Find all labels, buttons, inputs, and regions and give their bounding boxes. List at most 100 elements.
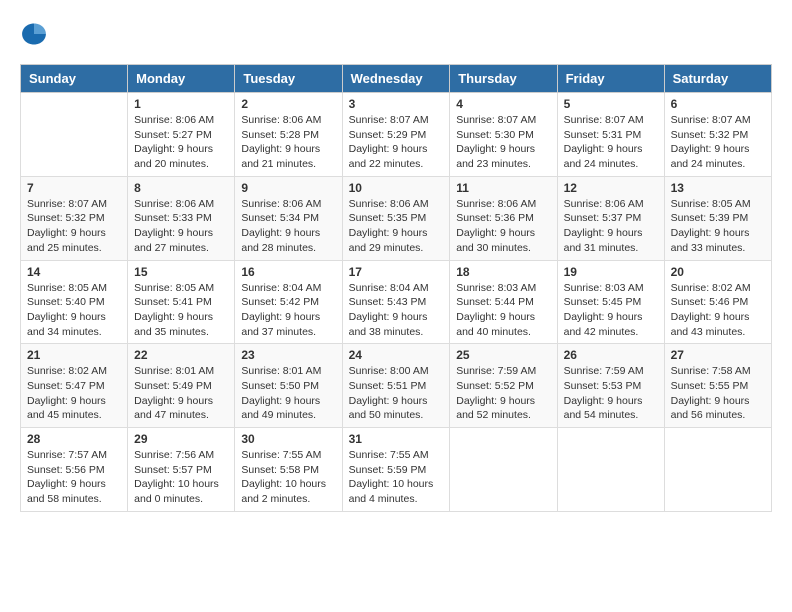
calendar-cell <box>450 428 557 512</box>
day-number: 4 <box>456 97 550 111</box>
day-number: 1 <box>134 97 228 111</box>
day-info: Sunrise: 7:58 AM Sunset: 5:55 PM Dayligh… <box>671 364 765 423</box>
day-info: Sunrise: 7:56 AM Sunset: 5:57 PM Dayligh… <box>134 448 228 507</box>
calendar-cell: 16 Sunrise: 8:04 AM Sunset: 5:42 PM Dayli… <box>235 260 342 344</box>
column-header-tuesday: Tuesday <box>235 65 342 93</box>
day-number: 23 <box>241 348 335 362</box>
column-header-friday: Friday <box>557 65 664 93</box>
calendar-week-row: 7Sunrise: 8:07 AM Sunset: 5:32 PM Daylig… <box>21 176 772 260</box>
day-number: 14 <box>27 265 121 279</box>
day-number: 18 <box>456 265 550 279</box>
day-number: 3 <box>349 97 444 111</box>
day-number: 24 <box>349 348 444 362</box>
calendar-cell: 4 Sunrise: 8:07 AM Sunset: 5:30 PM Daylig… <box>450 93 557 177</box>
day-number: 20 <box>671 265 765 279</box>
calendar-cell: 6Sunrise: 8:07 AM Sunset: 5:32 PM Daylig… <box>664 93 771 177</box>
day-info: Sunrise: 8:06 AM Sunset: 5:28 PM Dayligh… <box>241 113 335 172</box>
calendar-cell: 10 Sunrise: 8:06 AM Sunset: 5:35 PM Dayli… <box>342 176 450 260</box>
calendar-cell: 28Sunrise: 7:57 AM Sunset: 5:56 PM Dayli… <box>21 428 128 512</box>
calendar-cell: 25 Sunrise: 7:59 AM Sunset: 5:52 PM Dayli… <box>450 344 557 428</box>
day-info: Sunrise: 8:05 AM Sunset: 5:41 PM Dayligh… <box>134 281 228 340</box>
calendar-cell: 3 Sunrise: 8:07 AM Sunset: 5:29 PM Daylig… <box>342 93 450 177</box>
day-number: 9 <box>241 181 335 195</box>
day-info: Sunrise: 8:07 AM Sunset: 5:30 PM Dayligh… <box>456 113 550 172</box>
day-number: 12 <box>564 181 658 195</box>
day-info: Sunrise: 8:03 AM Sunset: 5:45 PM Dayligh… <box>564 281 658 340</box>
day-number: 31 <box>349 432 444 446</box>
calendar-week-row: 21 Sunrise: 8:02 AM Sunset: 5:47 PM Dayli… <box>21 344 772 428</box>
day-info: Sunrise: 8:06 AM Sunset: 5:36 PM Dayligh… <box>456 197 550 256</box>
day-number: 19 <box>564 265 658 279</box>
day-info: Sunrise: 8:06 AM Sunset: 5:27 PM Dayligh… <box>134 113 228 172</box>
day-number: 30 <box>241 432 335 446</box>
calendar-week-row: 28Sunrise: 7:57 AM Sunset: 5:56 PM Dayli… <box>21 428 772 512</box>
day-number: 21 <box>27 348 121 362</box>
calendar-cell: 11 Sunrise: 8:06 AM Sunset: 5:36 PM Dayli… <box>450 176 557 260</box>
day-number: 13 <box>671 181 765 195</box>
calendar-cell: 5 Sunrise: 8:07 AM Sunset: 5:31 PM Daylig… <box>557 93 664 177</box>
day-info: Sunrise: 8:07 AM Sunset: 5:29 PM Dayligh… <box>349 113 444 172</box>
calendar-cell: 9 Sunrise: 8:06 AM Sunset: 5:34 PM Daylig… <box>235 176 342 260</box>
day-info: Sunrise: 8:05 AM Sunset: 5:40 PM Dayligh… <box>27 281 121 340</box>
day-number: 6 <box>671 97 765 111</box>
day-number: 25 <box>456 348 550 362</box>
day-info: Sunrise: 8:03 AM Sunset: 5:44 PM Dayligh… <box>456 281 550 340</box>
calendar-cell: 26 Sunrise: 7:59 AM Sunset: 5:53 PM Dayli… <box>557 344 664 428</box>
day-number: 16 <box>241 265 335 279</box>
calendar-cell: 23Sunrise: 8:01 AM Sunset: 5:50 PM Dayli… <box>235 344 342 428</box>
day-number: 5 <box>564 97 658 111</box>
calendar-cell <box>557 428 664 512</box>
column-header-sunday: Sunday <box>21 65 128 93</box>
calendar-cell: 24Sunrise: 8:00 AM Sunset: 5:51 PM Dayli… <box>342 344 450 428</box>
day-info: Sunrise: 7:59 AM Sunset: 5:53 PM Dayligh… <box>564 364 658 423</box>
calendar-cell: 8Sunrise: 8:06 AM Sunset: 5:33 PM Daylig… <box>128 176 235 260</box>
calendar-cell: 1 Sunrise: 8:06 AM Sunset: 5:27 PM Daylig… <box>128 93 235 177</box>
day-info: Sunrise: 8:07 AM Sunset: 5:31 PM Dayligh… <box>564 113 658 172</box>
column-header-wednesday: Wednesday <box>342 65 450 93</box>
column-header-saturday: Saturday <box>664 65 771 93</box>
calendar-cell: 31 Sunrise: 7:55 AM Sunset: 5:59 PM Dayli… <box>342 428 450 512</box>
header <box>20 20 772 48</box>
day-info: Sunrise: 8:06 AM Sunset: 5:34 PM Dayligh… <box>241 197 335 256</box>
day-number: 29 <box>134 432 228 446</box>
day-number: 10 <box>349 181 444 195</box>
calendar-cell: 27 Sunrise: 7:58 AM Sunset: 5:55 PM Dayli… <box>664 344 771 428</box>
day-info: Sunrise: 8:02 AM Sunset: 5:47 PM Dayligh… <box>27 364 121 423</box>
day-info: Sunrise: 8:05 AM Sunset: 5:39 PM Dayligh… <box>671 197 765 256</box>
day-info: Sunrise: 8:06 AM Sunset: 5:35 PM Dayligh… <box>349 197 444 256</box>
day-info: Sunrise: 8:04 AM Sunset: 5:42 PM Dayligh… <box>241 281 335 340</box>
day-info: Sunrise: 7:57 AM Sunset: 5:56 PM Dayligh… <box>27 448 121 507</box>
day-number: 2 <box>241 97 335 111</box>
calendar-cell: 2 Sunrise: 8:06 AM Sunset: 5:28 PM Daylig… <box>235 93 342 177</box>
calendar-cell <box>21 93 128 177</box>
day-number: 17 <box>349 265 444 279</box>
calendar-cell: 14 Sunrise: 8:05 AM Sunset: 5:40 PM Dayli… <box>21 260 128 344</box>
column-header-monday: Monday <box>128 65 235 93</box>
day-number: 15 <box>134 265 228 279</box>
calendar-week-row: 1 Sunrise: 8:06 AM Sunset: 5:27 PM Daylig… <box>21 93 772 177</box>
calendar-cell: 29 Sunrise: 7:56 AM Sunset: 5:57 PM Dayli… <box>128 428 235 512</box>
logo-icon <box>20 20 48 48</box>
day-info: Sunrise: 7:55 AM Sunset: 5:59 PM Dayligh… <box>349 448 444 507</box>
day-number: 11 <box>456 181 550 195</box>
day-info: Sunrise: 7:59 AM Sunset: 5:52 PM Dayligh… <box>456 364 550 423</box>
day-number: 26 <box>564 348 658 362</box>
day-number: 27 <box>671 348 765 362</box>
day-info: Sunrise: 8:06 AM Sunset: 5:33 PM Dayligh… <box>134 197 228 256</box>
day-info: Sunrise: 8:01 AM Sunset: 5:49 PM Dayligh… <box>134 364 228 423</box>
day-info: Sunrise: 8:07 AM Sunset: 5:32 PM Dayligh… <box>27 197 121 256</box>
day-info: Sunrise: 8:02 AM Sunset: 5:46 PM Dayligh… <box>671 281 765 340</box>
calendar: SundayMondayTuesdayWednesdayThursdayFrid… <box>20 64 772 512</box>
calendar-week-row: 14 Sunrise: 8:05 AM Sunset: 5:40 PM Dayli… <box>21 260 772 344</box>
calendar-cell: 13 Sunrise: 8:05 AM Sunset: 5:39 PM Dayli… <box>664 176 771 260</box>
logo <box>20 20 52 48</box>
calendar-cell: 19 Sunrise: 8:03 AM Sunset: 5:45 PM Dayli… <box>557 260 664 344</box>
calendar-cell: 21 Sunrise: 8:02 AM Sunset: 5:47 PM Dayli… <box>21 344 128 428</box>
calendar-cell: 30 Sunrise: 7:55 AM Sunset: 5:58 PM Dayli… <box>235 428 342 512</box>
calendar-cell: 12 Sunrise: 8:06 AM Sunset: 5:37 PM Dayli… <box>557 176 664 260</box>
calendar-cell <box>664 428 771 512</box>
day-number: 22 <box>134 348 228 362</box>
day-info: Sunrise: 7:55 AM Sunset: 5:58 PM Dayligh… <box>241 448 335 507</box>
day-info: Sunrise: 8:06 AM Sunset: 5:37 PM Dayligh… <box>564 197 658 256</box>
day-info: Sunrise: 8:04 AM Sunset: 5:43 PM Dayligh… <box>349 281 444 340</box>
